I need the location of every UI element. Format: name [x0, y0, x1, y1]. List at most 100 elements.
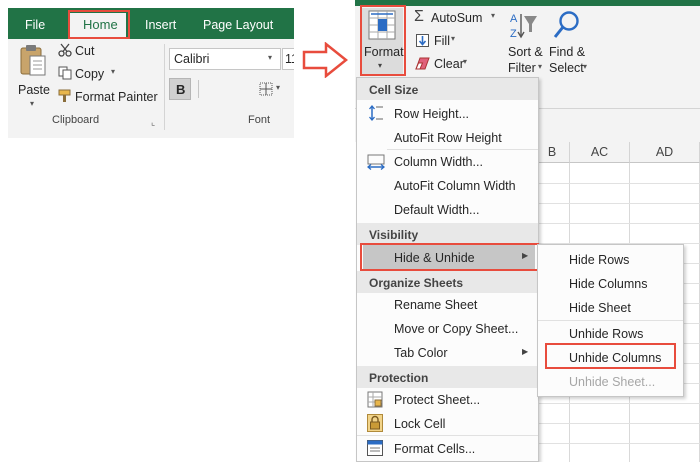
- grid-line: [535, 403, 700, 404]
- sort-filter-label-1: Sort &: [508, 45, 543, 59]
- menu-item-label: Default Width...: [394, 203, 480, 217]
- grid-line: [535, 223, 700, 224]
- submenu-arrow-icon: ▶: [522, 347, 529, 356]
- menu-item-hide-columns[interactable]: Hide Columns: [538, 272, 683, 295]
- section-visibility: Visibility: [369, 228, 419, 242]
- sort-filter-label-2: Filter: [508, 61, 536, 75]
- menu-item-hide-rows[interactable]: Hide Rows: [538, 248, 683, 271]
- dialog-launcher-icon[interactable]: ⌞: [151, 118, 155, 127]
- home-tab-highlight: [68, 10, 130, 39]
- chevron-down-icon[interactable]: ▾: [276, 84, 280, 92]
- hide-unhide-submenu: Hide Rows Hide Columns Hide Sheet Unhide…: [537, 244, 684, 397]
- menu-item-label: Column Width...: [394, 155, 483, 169]
- menu-item-label: Hide Columns: [569, 277, 648, 291]
- find-select-label-2: Select: [549, 61, 584, 75]
- menu-separator: [357, 435, 538, 436]
- clear-button[interactable]: Clear: [434, 58, 464, 71]
- ribbon-tab-bar: [355, 0, 700, 6]
- menu-item-label: Row Height...: [394, 107, 470, 121]
- row-height-icon: [369, 105, 383, 121]
- hide-unhide-highlight: [360, 243, 539, 271]
- find-select-button[interactable]: Find & Select ▾: [547, 8, 587, 74]
- grid-line: [535, 423, 700, 424]
- menu-separator: [538, 320, 683, 321]
- column-width-icon: [367, 154, 385, 170]
- autosum-icon: Σ: [414, 8, 424, 25]
- font-name-box[interactable]: Calibri ▾: [169, 48, 281, 70]
- chevron-down-icon[interactable]: ▾: [111, 68, 115, 76]
- paste-button[interactable]: Paste ▾: [14, 44, 50, 110]
- section-organize-sheets: Organize Sheets: [369, 276, 464, 290]
- chevron-down-icon: ▾: [30, 99, 35, 108]
- menu-item-label: Hide Sheet: [569, 301, 631, 315]
- paste-icon: [20, 45, 46, 76]
- grid-line: [535, 183, 700, 184]
- menu-item-row-height[interactable]: Row Height...: [357, 102, 538, 125]
- chevron-down-icon[interactable]: ▾: [463, 58, 467, 66]
- font-size-value: 11: [285, 52, 294, 66]
- copy-icon: [58, 66, 72, 80]
- column-header-ad[interactable]: AD: [630, 142, 700, 163]
- scissors-icon: [58, 43, 72, 57]
- menu-item-lock-cell[interactable]: Lock Cell: [357, 412, 538, 435]
- menu-item-tab-color[interactable]: Tab Color ▶: [357, 341, 538, 364]
- menu-section-header: Protection: [357, 366, 538, 388]
- menu-item-label: Hide Rows: [569, 253, 630, 267]
- menu-item-rename-sheet[interactable]: Rename Sheet: [357, 293, 538, 316]
- menu-item-label: AutoFit Column Width: [394, 179, 516, 193]
- chevron-down-icon[interactable]: ▾: [451, 35, 455, 43]
- menu-item-unhide-sheet: Unhide Sheet...: [538, 370, 683, 393]
- clipboard-group-label: Clipboard: [52, 114, 100, 126]
- menu-item-format-cells[interactable]: Format Cells...: [357, 437, 538, 460]
- format-painter-button[interactable]: Format Painter: [75, 91, 158, 104]
- group-divider: [164, 44, 165, 130]
- menu-item-default-width[interactable]: Default Width...: [357, 198, 538, 221]
- menu-item-autofit-row[interactable]: AutoFit Row Height: [357, 126, 538, 149]
- svg-text:Z: Z: [510, 28, 517, 40]
- section-protection: Protection: [369, 371, 429, 385]
- svg-text:A: A: [510, 13, 518, 25]
- format-button-highlight: [360, 5, 406, 76]
- menu-item-label: Tab Color: [394, 346, 448, 360]
- menu-section-header: Visibility: [357, 223, 538, 245]
- chevron-down-icon[interactable]: ▾: [491, 12, 495, 20]
- grid-line: [535, 443, 700, 444]
- chevron-down-icon: ▾: [538, 62, 543, 71]
- chevron-down-icon: ▾: [268, 53, 273, 62]
- menu-item-autofit-column[interactable]: AutoFit Column Width: [357, 174, 538, 197]
- protect-sheet-icon: [367, 391, 383, 408]
- autosum-button[interactable]: AutoSum: [431, 12, 482, 25]
- tab-insert[interactable]: Insert: [145, 19, 176, 32]
- format-cells-icon: [367, 440, 383, 456]
- cut-button[interactable]: Cut: [75, 45, 94, 58]
- borders-icon[interactable]: [259, 82, 273, 96]
- find-select-label-1: Find &: [549, 45, 586, 59]
- eraser-icon: [415, 57, 430, 70]
- font-size-box[interactable]: 11: [282, 48, 294, 70]
- magnifier-icon: [553, 11, 579, 38]
- column-header-b[interactable]: B: [535, 142, 570, 163]
- group-divider: [198, 80, 199, 98]
- menu-item-move-copy[interactable]: Move or Copy Sheet...: [357, 317, 538, 340]
- right-arrow-icon: [302, 42, 348, 78]
- bold-button[interactable]: B: [169, 78, 191, 100]
- tab-page-layout[interactable]: Page Layout: [203, 19, 273, 32]
- menu-item-label: Rename Sheet: [394, 298, 478, 312]
- tab-file[interactable]: File: [25, 19, 45, 32]
- menu-item-label: Protect Sheet...: [394, 393, 481, 407]
- fill-down-icon: [416, 34, 429, 47]
- menu-item-hide-sheet[interactable]: Hide Sheet: [538, 296, 683, 319]
- menu-item-unhide-rows[interactable]: Unhide Rows: [538, 322, 683, 345]
- sort-filter-button[interactable]: A Z Sort & Filter ▾: [504, 8, 544, 74]
- sort-filter-icon: A Z: [510, 13, 537, 40]
- copy-button[interactable]: Copy: [75, 68, 104, 81]
- fill-button[interactable]: Fill: [434, 35, 450, 48]
- menu-item-label: Unhide Sheet...: [569, 375, 656, 389]
- unhide-columns-highlight: [545, 343, 676, 369]
- column-header-ac[interactable]: AC: [570, 142, 630, 163]
- lock-icon: [367, 414, 383, 432]
- home-ribbon-panel: File Home Insert Page Layout Paste ▾ Cut…: [8, 8, 294, 138]
- menu-item-protect-sheet[interactable]: Protect Sheet...: [357, 388, 538, 411]
- menu-item-column-width[interactable]: Column Width...: [357, 150, 538, 173]
- paste-label: Paste: [18, 83, 50, 97]
